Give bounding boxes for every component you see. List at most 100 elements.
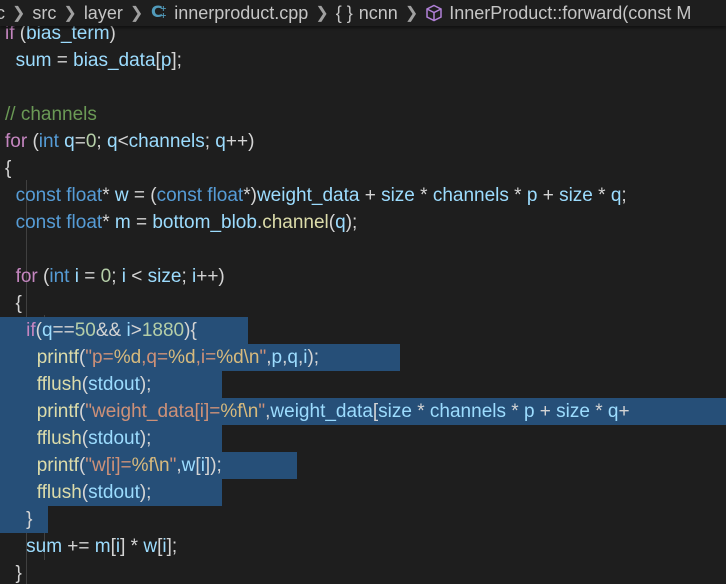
code-token: "w[i]= bbox=[85, 455, 132, 476]
code-token: p bbox=[526, 185, 538, 206]
breadcrumb-item-method[interactable]: InnerProduct::forward(const M bbox=[425, 3, 691, 24]
code-line: fflush(stdout); bbox=[5, 371, 152, 398]
code-token: } bbox=[5, 563, 22, 584]
code-token: stdout bbox=[88, 428, 140, 449]
code-line: printf("weight_data[i]=%f\n",weight_data… bbox=[5, 398, 630, 425]
chevron-right-icon: ❯ bbox=[12, 5, 26, 22]
code-token: int bbox=[49, 266, 70, 287]
code-token: ; bbox=[96, 131, 107, 152]
code-token: ); bbox=[139, 428, 152, 449]
code-token: ,i= bbox=[195, 347, 217, 368]
code-token: * bbox=[508, 185, 527, 206]
code-line: } bbox=[5, 506, 32, 533]
code-token: const bbox=[15, 185, 61, 206]
code-token: ] * bbox=[120, 536, 144, 557]
code-line: for (int q=0; q<channels; q++) bbox=[5, 128, 254, 155]
code-line: if(q==50&& i>1880){ bbox=[5, 317, 197, 344]
code-token: %d bbox=[113, 347, 142, 368]
code-token: if bbox=[5, 23, 15, 44]
breadcrumb-lead-label: c bbox=[0, 2, 5, 23]
chevron-right-icon: ❯ bbox=[129, 5, 144, 22]
code-token: fflush bbox=[36, 428, 82, 449]
code-token: + bbox=[618, 401, 630, 422]
code-line: printf("p=%d,q=%d,i=%d\n",p,q,i); bbox=[5, 344, 319, 371]
code-token: = bbox=[130, 212, 153, 233]
code-token: = bbox=[78, 266, 101, 287]
code-token: channels bbox=[429, 401, 506, 422]
code-token: q bbox=[41, 320, 53, 341]
code-token: bottom_blob bbox=[152, 212, 257, 233]
code-token: if bbox=[26, 320, 36, 341]
code-line: sum += m[i] * w[i]; bbox=[5, 533, 177, 560]
code-editor[interactable]: if (bias_term) sum = bias_data[p];// cha… bbox=[0, 0, 726, 584]
code-token: %f\n bbox=[131, 455, 170, 476]
code-token: ); bbox=[345, 212, 358, 233]
breadcrumb-file-label: innerproduct.cpp bbox=[174, 2, 309, 23]
svg-text:+: + bbox=[160, 11, 167, 20]
breadcrumb-item-lead[interactable]: c bbox=[0, 3, 5, 24]
code-token: sum bbox=[26, 536, 63, 557]
code-line: { bbox=[5, 155, 11, 182]
code-token: m bbox=[94, 536, 111, 557]
code-token: += bbox=[62, 536, 95, 557]
code-token: * bbox=[411, 401, 430, 422]
breadcrumb-item-file[interactable]: C + + innerproduct.cpp bbox=[150, 2, 308, 25]
code-token: w bbox=[143, 536, 158, 557]
code-token: sum bbox=[15, 50, 52, 71]
code-token: ,q= bbox=[141, 347, 169, 368]
breadcrumb-item-src[interactable]: src bbox=[32, 3, 56, 24]
code-token: * bbox=[505, 401, 524, 422]
code-token: * bbox=[102, 185, 115, 206]
code-token: %f\n bbox=[220, 401, 259, 422]
code-line: for (int i = 0; i < size; i++) bbox=[5, 263, 225, 290]
chevron-right-icon: ❯ bbox=[315, 5, 329, 22]
code-token: p bbox=[523, 401, 535, 422]
code-token: ++) bbox=[196, 266, 225, 287]
code-token: p bbox=[160, 50, 172, 71]
breadcrumb-namespace-label: ncnn bbox=[358, 2, 398, 23]
code-token: q bbox=[335, 212, 346, 233]
code-line: fflush(stdout); bbox=[5, 425, 152, 452]
code-token: } bbox=[5, 509, 33, 530]
code-line: const float* w = (const float*)weight_da… bbox=[5, 182, 627, 209]
code-token: == bbox=[52, 320, 75, 341]
code-token: { bbox=[5, 293, 22, 314]
code-token: { bbox=[5, 158, 12, 179]
breadcrumb-method-label: InnerProduct::forward(const M bbox=[449, 2, 692, 23]
code-token: int bbox=[38, 131, 59, 152]
code-token: ); bbox=[307, 347, 320, 368]
breadcrumb-item-namespace[interactable]: { } ncnn bbox=[336, 3, 398, 24]
breadcrumb: c ❯ src ❯ layer ❯ C + + innerproduct.cpp ❯… bbox=[0, 0, 726, 26]
code-token: weight_data bbox=[270, 401, 373, 422]
code-line: const float* m = bottom_blob.channel(q); bbox=[5, 209, 358, 236]
code-token: + bbox=[537, 185, 560, 206]
code-token: ; bbox=[181, 266, 192, 287]
code-token: ]); bbox=[204, 455, 222, 476]
code-token: < bbox=[117, 131, 129, 152]
code-token: ; bbox=[204, 131, 216, 152]
code-line: } bbox=[5, 560, 22, 584]
code-token: %d\n bbox=[216, 347, 260, 368]
code-token: ; bbox=[621, 185, 627, 206]
chevron-right-icon: ❯ bbox=[404, 5, 419, 22]
code-token: ) bbox=[109, 23, 116, 44]
code-token: ; bbox=[111, 266, 122, 287]
method-cube-icon bbox=[425, 4, 443, 22]
code-token: = ( bbox=[128, 185, 157, 206]
code-token: stdout bbox=[88, 482, 140, 503]
code-line: printf("w[i]=%f\n",w[i]); bbox=[5, 452, 222, 479]
code-token: channels bbox=[128, 131, 205, 152]
breadcrumb-item-layer[interactable]: layer bbox=[84, 3, 123, 24]
code-token: ]; bbox=[171, 50, 182, 71]
code-token: * bbox=[589, 401, 608, 422]
